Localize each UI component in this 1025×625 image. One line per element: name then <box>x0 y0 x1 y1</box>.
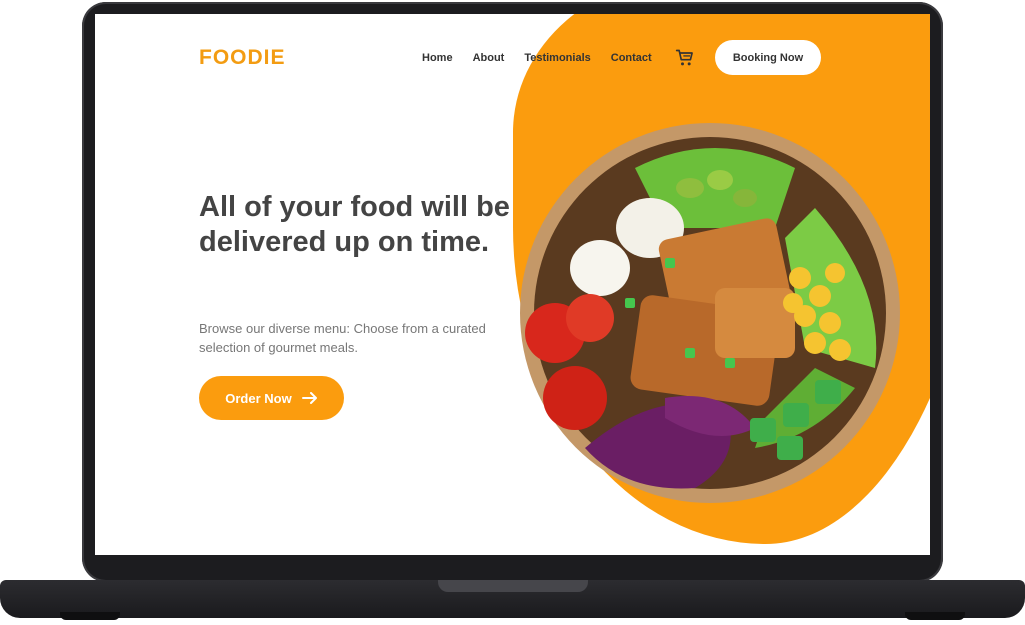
cart-icon[interactable] <box>675 48 695 68</box>
screen-bottom-bezel <box>95 555 930 567</box>
laptop-foot-right <box>905 612 965 620</box>
salad-bowl-image <box>520 123 900 503</box>
booking-now-button[interactable]: Booking Now <box>715 40 821 75</box>
nav-contact[interactable]: Contact <box>611 52 652 64</box>
order-now-label: Order Now <box>225 390 292 406</box>
main-nav: Home About Testimonials Contact <box>422 52 652 64</box>
arrow-right-icon <box>301 392 317 404</box>
order-now-button[interactable]: Order Now <box>199 376 344 420</box>
nav-home[interactable]: Home <box>422 52 453 64</box>
site-logo[interactable]: FOODIE <box>199 46 286 70</box>
hero-subtext: Browse our diverse menu: Choose from a c… <box>199 321 486 355</box>
hero-headline: All of your food will be delivered up on… <box>199 191 510 258</box>
nav-about[interactable]: About <box>473 52 505 64</box>
laptop-base <box>0 580 1025 618</box>
nav-testimonials[interactable]: Testimonials <box>524 52 590 64</box>
laptop-lip <box>438 580 588 592</box>
laptop-foot-left <box>60 612 120 620</box>
laptop-screen: FOODIE Home About Testimonials Contact B… <box>95 14 930 555</box>
